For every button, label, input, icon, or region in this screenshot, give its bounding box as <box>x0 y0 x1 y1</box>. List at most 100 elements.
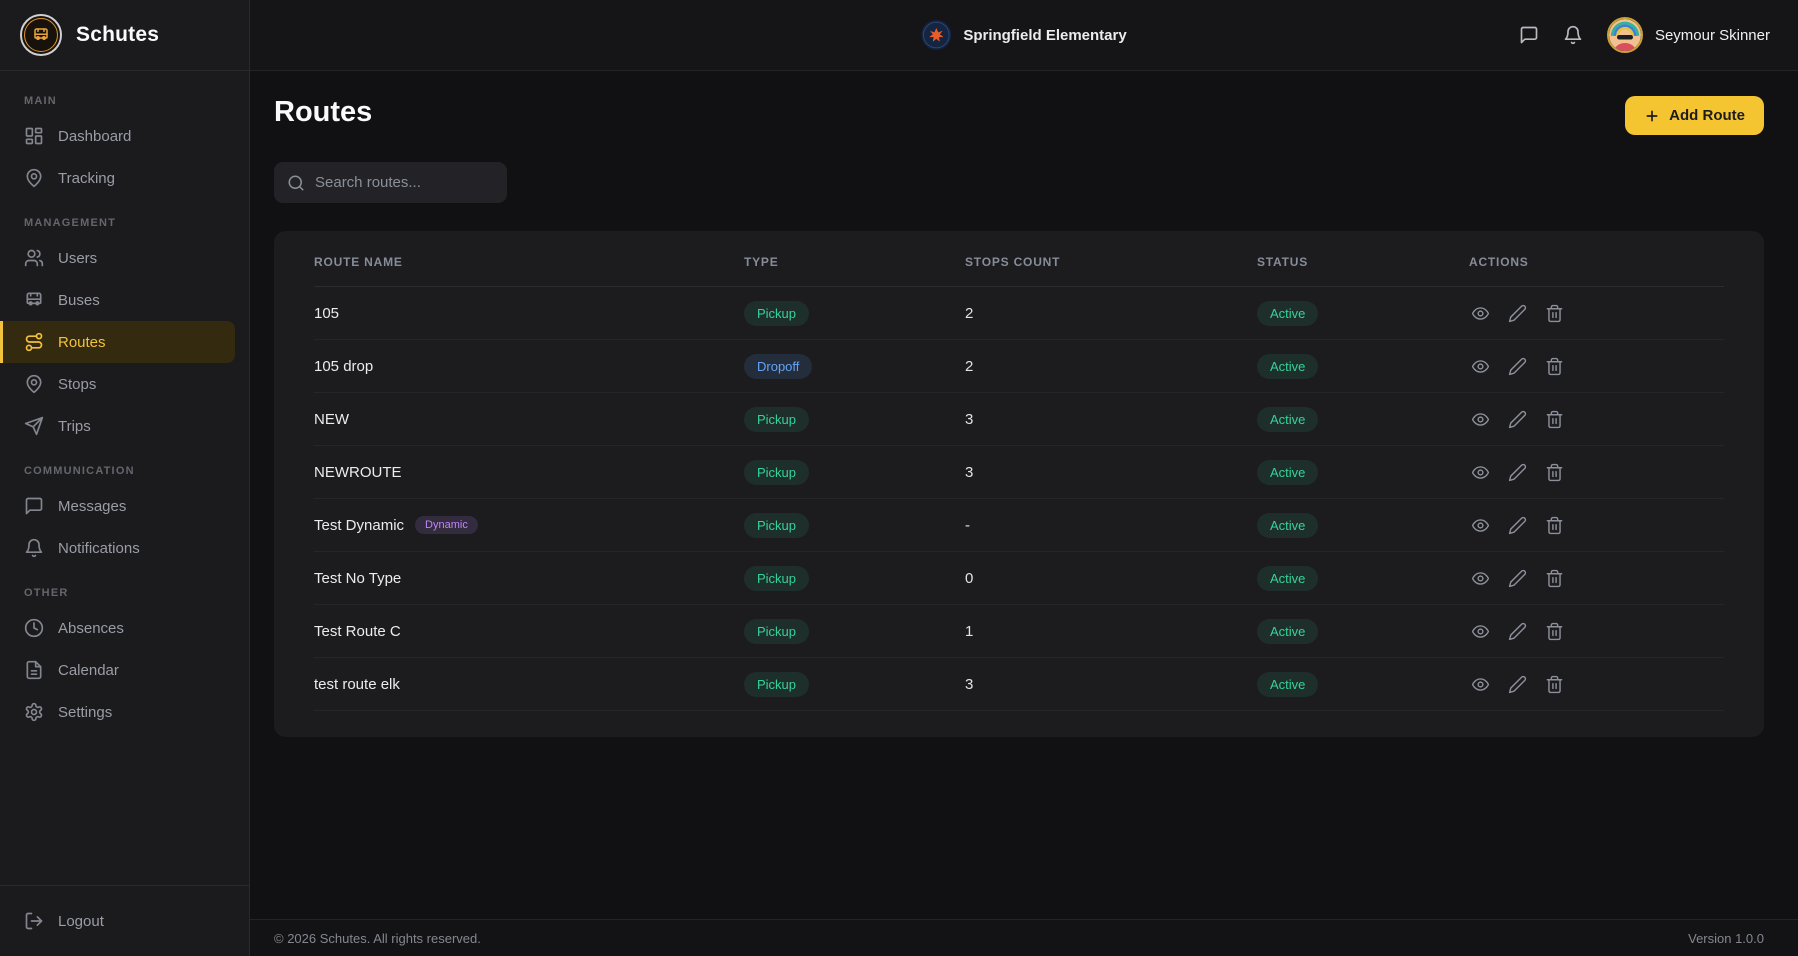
table-row: Test Route C Pickup 1 Active <box>314 605 1724 658</box>
column-header: ROUTE NAME <box>314 255 744 269</box>
dashboard-icon <box>24 126 44 146</box>
route-name: Test No Type <box>314 570 401 587</box>
pencil-icon <box>1508 410 1527 429</box>
pencil-icon <box>1508 516 1527 535</box>
pencil-icon <box>1508 622 1527 641</box>
edit-button[interactable] <box>1506 461 1529 484</box>
school-name: Springfield Elementary <box>963 27 1126 44</box>
avatar <box>1607 17 1643 53</box>
type-badge: Pickup <box>744 301 809 326</box>
delete-button[interactable] <box>1543 514 1566 537</box>
stops-count: 3 <box>965 464 1257 481</box>
status-badge: Active <box>1257 513 1318 538</box>
table-row: Test Dynamic Dynamic Pickup - Active <box>314 499 1724 552</box>
sidebar-item-dashboard[interactable]: Dashboard <box>0 115 249 157</box>
map-pin-icon <box>24 168 44 188</box>
search-icon <box>287 174 305 192</box>
delete-button[interactable] <box>1543 302 1566 325</box>
sidebar-item-settings[interactable]: Settings <box>0 691 249 733</box>
eye-icon <box>1471 304 1490 323</box>
sidebar-item-label: Absences <box>58 620 124 637</box>
status-badge: Active <box>1257 354 1318 379</box>
column-header: ACTIONS <box>1469 255 1724 269</box>
delete-button[interactable] <box>1543 673 1566 696</box>
edit-button[interactable] <box>1506 567 1529 590</box>
stops-count: - <box>965 517 1257 534</box>
view-button[interactable] <box>1469 355 1492 378</box>
bus-icon <box>24 290 44 310</box>
sidebar-item-label: Calendar <box>58 662 119 679</box>
eye-icon <box>1471 357 1490 376</box>
status-badge: Active <box>1257 566 1318 591</box>
edit-button[interactable] <box>1506 408 1529 431</box>
sidebar-item-label: Stops <box>58 376 96 393</box>
sidebar-item-label: Users <box>58 250 97 267</box>
delete-button[interactable] <box>1543 355 1566 378</box>
column-header: STOPS COUNT <box>965 255 1257 269</box>
trash-icon <box>1545 357 1564 376</box>
type-badge: Pickup <box>744 407 809 432</box>
search-input[interactable] <box>315 174 494 191</box>
chat-button[interactable] <box>1519 25 1539 45</box>
sidebar-item-messages[interactable]: Messages <box>0 485 249 527</box>
bell-icon <box>24 538 44 558</box>
stops-count: 3 <box>965 411 1257 428</box>
sidebar-item-label: Routes <box>58 334 106 351</box>
sidebar-item-routes[interactable]: Routes <box>0 321 235 363</box>
table-header-row: ROUTE NAME TYPE STOPS COUNT STATUS ACTIO… <box>314 237 1724 287</box>
sidebar-item-stops[interactable]: Stops <box>0 363 249 405</box>
sidebar-item-calendar[interactable]: Calendar <box>0 649 249 691</box>
sidebar-item-label: Buses <box>58 292 100 309</box>
view-button[interactable] <box>1469 461 1492 484</box>
view-button[interactable] <box>1469 302 1492 325</box>
sidebar-item-label: Notifications <box>58 540 140 557</box>
sidebar-item-trips[interactable]: Trips <box>0 405 249 447</box>
trash-icon <box>1545 304 1564 323</box>
sidebar-item-notifications[interactable]: Notifications <box>0 527 249 569</box>
delete-button[interactable] <box>1543 567 1566 590</box>
app-logo <box>20 14 62 56</box>
delete-button[interactable] <box>1543 408 1566 431</box>
top-header: Springfield Elementary Seymour Skinner <box>250 0 1798 71</box>
pencil-icon <box>1508 304 1527 323</box>
edit-button[interactable] <box>1506 673 1529 696</box>
route-name: NEW <box>314 411 349 428</box>
table-row: 105 drop Dropoff 2 Active <box>314 340 1724 393</box>
dynamic-tag: Dynamic <box>415 516 478 534</box>
table-row: NEW Pickup 3 Active <box>314 393 1724 446</box>
trash-icon <box>1545 516 1564 535</box>
add-route-label: Add Route <box>1669 107 1745 124</box>
delete-button[interactable] <box>1543 620 1566 643</box>
view-button[interactable] <box>1469 567 1492 590</box>
add-route-button[interactable]: Add Route <box>1625 96 1764 135</box>
route-name: Test Route C <box>314 623 401 640</box>
eye-icon <box>1471 516 1490 535</box>
sidebar-item-buses[interactable]: Buses <box>0 279 249 321</box>
sidebar-item-label: Settings <box>58 704 112 721</box>
sidebar-item-label: Dashboard <box>58 128 131 145</box>
edit-button[interactable] <box>1506 620 1529 643</box>
view-button[interactable] <box>1469 408 1492 431</box>
search-box <box>274 162 507 203</box>
type-badge: Pickup <box>744 566 809 591</box>
status-badge: Active <box>1257 619 1318 644</box>
stops-count: 0 <box>965 570 1257 587</box>
view-button[interactable] <box>1469 620 1492 643</box>
sidebar-item-tracking[interactable]: Tracking <box>0 157 249 199</box>
edit-button[interactable] <box>1506 355 1529 378</box>
pencil-icon <box>1508 569 1527 588</box>
eye-icon <box>1471 622 1490 641</box>
logout-button[interactable]: Logout <box>0 900 249 942</box>
notifications-button[interactable] <box>1563 25 1583 45</box>
edit-button[interactable] <box>1506 302 1529 325</box>
eye-icon <box>1471 410 1490 429</box>
eye-icon <box>1471 463 1490 482</box>
view-button[interactable] <box>1469 673 1492 696</box>
sidebar-item-users[interactable]: Users <box>0 237 249 279</box>
user-menu[interactable]: Seymour Skinner <box>1607 17 1770 53</box>
delete-button[interactable] <box>1543 461 1566 484</box>
sidebar-item-absences[interactable]: Absences <box>0 607 249 649</box>
view-button[interactable] <box>1469 514 1492 537</box>
edit-button[interactable] <box>1506 514 1529 537</box>
user-name: Seymour Skinner <box>1655 27 1770 44</box>
